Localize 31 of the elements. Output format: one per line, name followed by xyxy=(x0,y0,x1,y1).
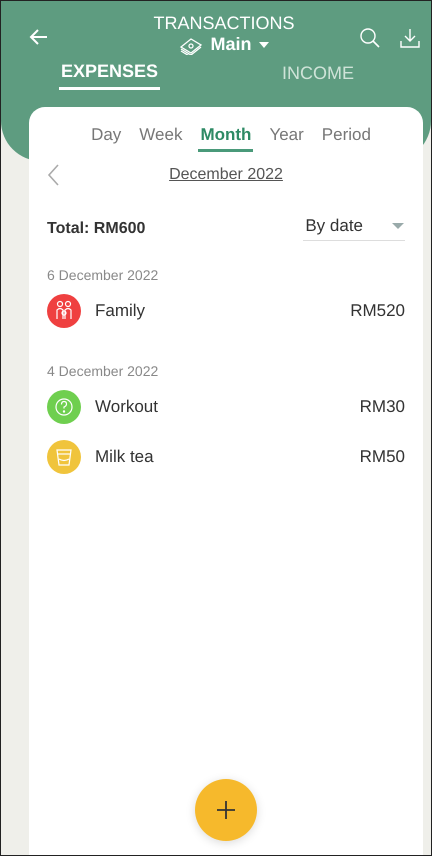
category-name: Family xyxy=(95,301,146,321)
screen-title: TRANSACTIONS xyxy=(153,13,294,34)
type-tab[interactable]: INCOME xyxy=(280,61,356,90)
plus-icon xyxy=(216,800,236,820)
download-button[interactable] xyxy=(399,27,421,49)
type-tab[interactable]: EXPENSES xyxy=(59,61,160,90)
date-heading: 4 December 2022 xyxy=(47,363,160,379)
download-icon xyxy=(399,27,421,49)
transaction-amount: RM520 xyxy=(350,301,405,321)
period-tab[interactable]: Year xyxy=(267,125,306,152)
period-tab[interactable]: Period xyxy=(320,125,373,152)
current-period-link[interactable]: December 2022 xyxy=(59,166,405,184)
chevron-left-icon xyxy=(47,164,59,186)
search-icon xyxy=(359,27,381,49)
previous-button[interactable] xyxy=(47,164,59,186)
total-amount: Total: RM600 xyxy=(47,220,146,238)
period-tab[interactable]: Month xyxy=(198,125,254,152)
transaction-amount: RM50 xyxy=(360,447,405,467)
search-button[interactable] xyxy=(359,27,381,49)
dropdown-caret-icon xyxy=(391,222,405,230)
category-name: Milk tea xyxy=(95,447,155,467)
dropdown-caret-icon xyxy=(258,40,270,48)
transaction-amount: RM30 xyxy=(360,397,405,417)
date-heading: 6 December 2022 xyxy=(47,267,160,283)
sort-dropdown[interactable]: By date xyxy=(303,216,405,241)
period-tab[interactable]: Week xyxy=(137,125,184,152)
period-tab[interactable]: Day xyxy=(89,125,124,152)
back-button[interactable] xyxy=(29,27,49,47)
account-selector[interactable]: Main xyxy=(178,34,270,55)
category-name: Workout xyxy=(95,397,159,417)
back-arrow-icon xyxy=(29,27,49,47)
